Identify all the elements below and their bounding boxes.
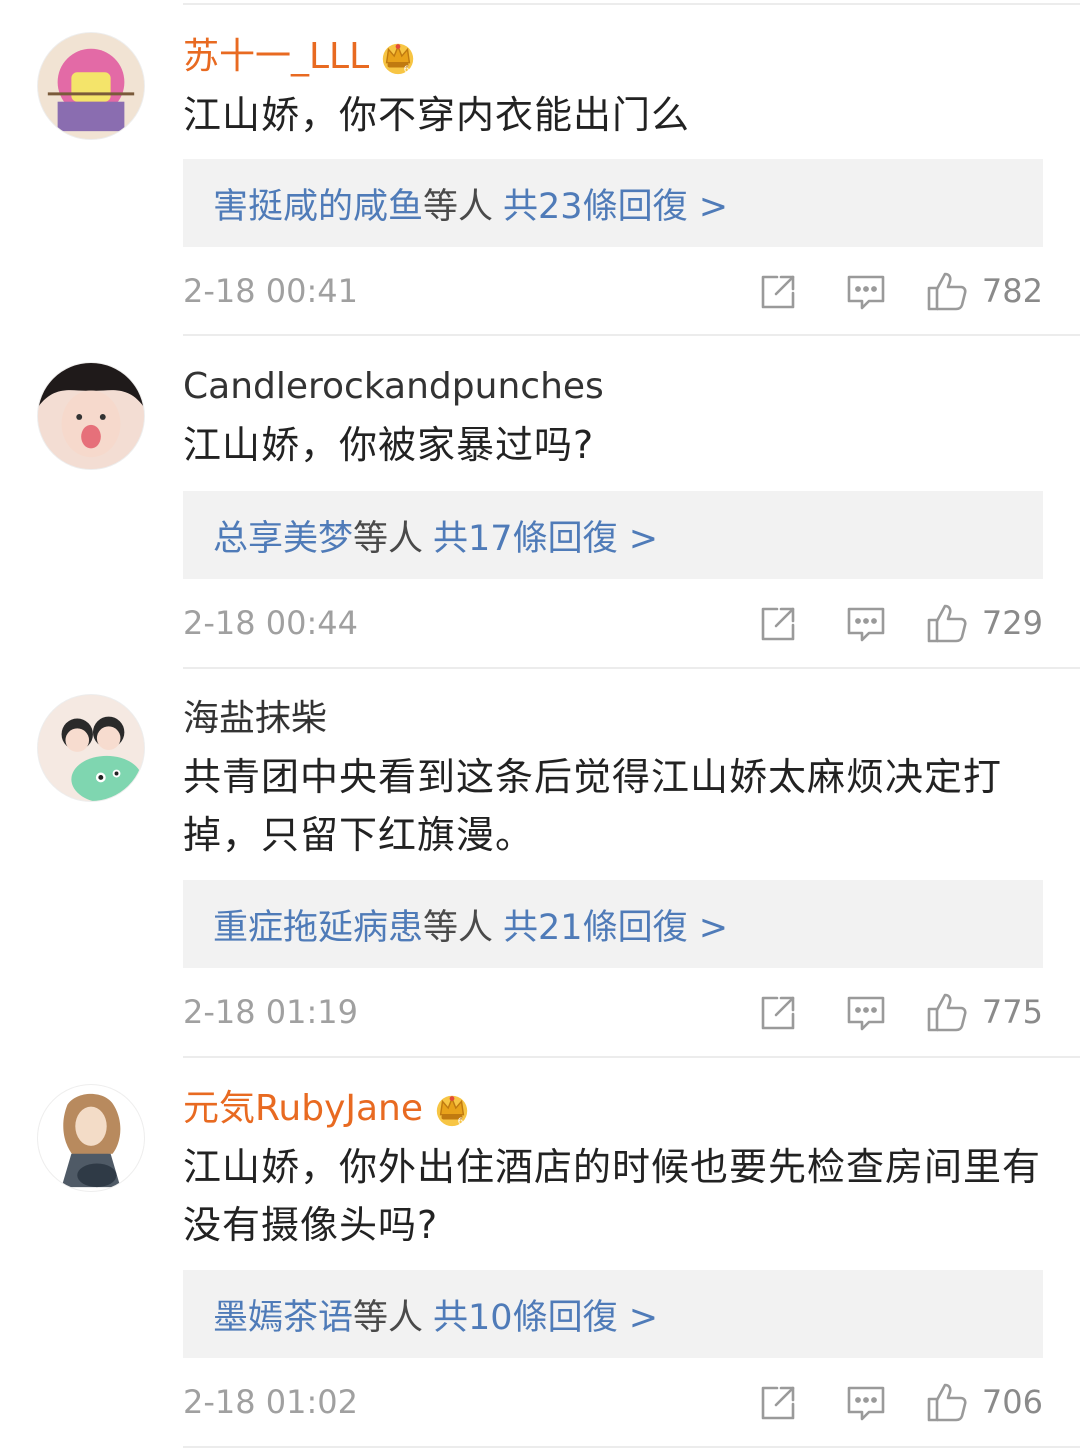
svg-text:6: 6: [458, 1117, 463, 1127]
top-divider: [183, 3, 1080, 5]
comment-divider: [183, 1446, 1080, 1448]
reply-user-names[interactable]: 重症拖延病患: [213, 899, 423, 950]
reply-others-label: 等人: [353, 1297, 424, 1338]
comment-icon[interactable]: [845, 992, 887, 1034]
reply-others-label: 等人: [353, 518, 424, 559]
comment-time: 2-18 00:44: [183, 604, 359, 642]
comment-icon[interactable]: [845, 603, 887, 645]
replies-summary[interactable]: 墨嫣茶语 等人 共10條回復 >: [183, 1270, 1043, 1358]
repost-icon[interactable]: [757, 603, 799, 645]
reply-total-link[interactable]: 共10條回復 >: [433, 1289, 658, 1340]
like-count: 706: [981, 1383, 1043, 1421]
like-count: 729: [981, 604, 1043, 642]
comment-text: 江山娇，你不穿内衣能出门么: [183, 93, 691, 137]
thumbs-up-icon[interactable]: [926, 1381, 968, 1423]
thumbs-up-icon[interactable]: [926, 991, 968, 1033]
crown-icon: 6: [433, 1090, 471, 1128]
comment-time: 2-18 01:19: [183, 993, 359, 1031]
comment-time: 2-18 00:41: [183, 272, 359, 310]
reply-total-link[interactable]: 共17條回復 >: [433, 510, 658, 561]
svg-text:6: 6: [404, 65, 409, 75]
crown-icon: 6: [379, 38, 417, 76]
comment-text: 江山娇，你外出住酒店的时候也要先检查房间里有没有摄像头吗?: [183, 1145, 1042, 1247]
comment-text: 江山娇，你被家暴过吗?: [183, 423, 595, 467]
username[interactable]: 苏十一_LLL: [183, 32, 369, 82]
reply-user-names[interactable]: 总享美梦: [213, 510, 353, 561]
thumbs-up-icon[interactable]: [926, 270, 968, 312]
username[interactable]: 海盐抹柴: [183, 694, 327, 744]
reply-others-label: 等人: [423, 907, 494, 948]
reply-total-link[interactable]: 共21條回復 >: [503, 899, 728, 950]
reply-user-names[interactable]: 墨嫣茶语: [213, 1289, 353, 1340]
comment-divider: [183, 334, 1080, 336]
repost-icon[interactable]: [757, 992, 799, 1034]
comment-divider: [183, 667, 1080, 669]
like-count: 782: [981, 272, 1043, 310]
replies-summary[interactable]: 害挺咸的咸鱼 等人 共23條回復 >: [183, 159, 1043, 247]
username[interactable]: 元気RubyJane: [183, 1084, 423, 1134]
comment-icon[interactable]: [845, 1382, 887, 1424]
replies-summary[interactable]: 总享美梦 等人 共17條回復 >: [183, 491, 1043, 579]
comment-text: 共青团中央看到这条后觉得江山娇太麻烦决定打掉，只留下红旗漫。: [183, 755, 1003, 857]
avatar[interactable]: [37, 362, 145, 470]
thumbs-up-icon[interactable]: [926, 602, 968, 644]
replies-summary[interactable]: 重症拖延病患 等人 共21條回復 >: [183, 880, 1043, 968]
reply-user-names[interactable]: 害挺咸的咸鱼: [213, 178, 423, 229]
avatar[interactable]: [37, 1084, 145, 1192]
comment-divider: [183, 1056, 1080, 1058]
reply-others-label: 等人: [423, 186, 494, 227]
username[interactable]: Candlerockandpunches: [183, 362, 604, 412]
avatar[interactable]: [37, 32, 145, 140]
repost-icon[interactable]: [757, 271, 799, 313]
reply-total-link[interactable]: 共23條回復 >: [503, 178, 728, 229]
avatar[interactable]: [37, 694, 145, 802]
comment-time: 2-18 01:02: [183, 1383, 359, 1421]
repost-icon[interactable]: [757, 1382, 799, 1424]
comment-icon[interactable]: [845, 271, 887, 313]
like-count: 775: [981, 993, 1043, 1031]
